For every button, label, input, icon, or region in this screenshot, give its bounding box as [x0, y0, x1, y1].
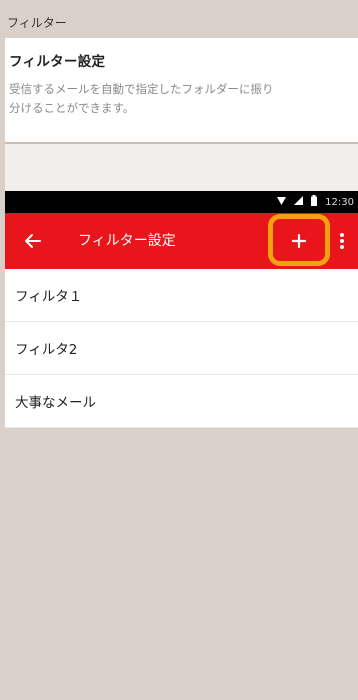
app-bar: フィルター設定: [5, 213, 358, 269]
more-options-button[interactable]: [335, 228, 349, 254]
plus-icon: [291, 233, 307, 249]
filter-list-item[interactable]: フィルタ2: [5, 322, 358, 375]
filter-settings-description: 受信するメールを自動で指定したフォルダーに振り 分けることができます。: [9, 80, 348, 118]
spacer: [5, 144, 358, 191]
filter-settings-title: フィルター設定: [9, 54, 106, 70]
status-time: 12:30: [325, 196, 354, 208]
filter-settings-item[interactable]: フィルター設定 受信するメールを自動で指定したフォルダーに振り 分けることができ…: [5, 38, 358, 142]
screen: フィルター フィルター設定 受信するメールを自動で指定したフォルダーに振り 分け…: [5, 0, 358, 700]
filter-list: フィルタ１ フィルタ2 大事なメール: [5, 269, 358, 428]
battery-icon: [311, 195, 318, 209]
description-line-2: 分けることができます。: [9, 101, 135, 115]
more-vert-icon: [340, 233, 344, 249]
filter-list-item[interactable]: 大事なメール: [5, 375, 358, 428]
wifi-icon: [277, 196, 287, 208]
description-line-1: 受信するメールを自動で指定したフォルダーに振り: [9, 82, 274, 96]
status-bar: 12:30: [5, 191, 358, 213]
page-title: フィルター設定: [78, 233, 176, 249]
back-arrow-icon: [25, 234, 41, 248]
filter-list-item[interactable]: フィルタ１: [5, 269, 358, 322]
back-button[interactable]: [18, 226, 48, 256]
add-filter-button[interactable]: [284, 226, 314, 256]
section-header: フィルター: [5, 10, 358, 34]
signal-icon: [294, 196, 304, 208]
